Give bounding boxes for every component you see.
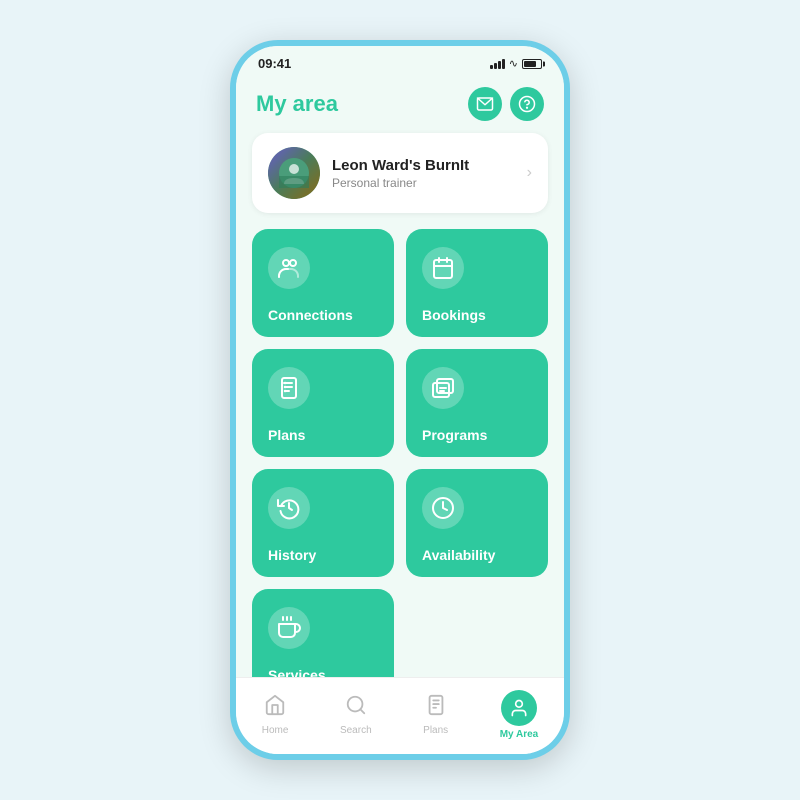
bottom-nav: Home Search [236, 677, 564, 754]
availability-icon [422, 487, 464, 529]
nav-plans[interactable]: Plans [413, 690, 458, 740]
nav-home[interactable]: Home [252, 690, 299, 740]
availability-label: Availability [422, 547, 495, 563]
history-label: History [268, 547, 316, 563]
empty-grid-cell [406, 589, 548, 677]
my-area-active-icon [501, 690, 537, 726]
chevron-right-icon: › [527, 164, 532, 182]
status-bar: 09:41 ∿ [236, 46, 564, 75]
search-icon [345, 694, 367, 722]
header-actions [468, 87, 544, 121]
page-header: My area [236, 75, 564, 129]
mail-button[interactable] [468, 87, 502, 121]
availability-button[interactable]: Availability [406, 469, 548, 577]
services-label: Services [268, 667, 326, 677]
nav-my-area-label: My Area [500, 729, 539, 740]
connections-button[interactable]: Connections [252, 229, 394, 337]
profile-card[interactable]: Leon Ward's BurnIt Personal trainer › [252, 133, 548, 213]
status-time: 09:41 [258, 56, 291, 71]
plans-label: Plans [268, 427, 305, 443]
grid-row-4: Services [252, 589, 548, 677]
nav-search-label: Search [340, 725, 372, 736]
nav-plans-label: Plans [423, 725, 448, 736]
plans-nav-icon [425, 694, 447, 722]
page-title: My area [256, 91, 338, 117]
programs-label: Programs [422, 427, 487, 443]
services-button[interactable]: Services [252, 589, 394, 677]
avatar-image [279, 158, 309, 188]
help-button[interactable] [510, 87, 544, 121]
programs-button[interactable]: Programs [406, 349, 548, 457]
wifi-icon: ∿ [509, 57, 518, 70]
programs-icon [422, 367, 464, 409]
phone-screen: 09:41 ∿ My area [236, 46, 564, 754]
grid-section: Connections Bookings [236, 229, 564, 677]
grid-row-2: Plans Programs [252, 349, 548, 457]
plans-button[interactable]: Plans [252, 349, 394, 457]
nav-search[interactable]: Search [330, 690, 382, 740]
battery-icon [522, 59, 542, 69]
status-icons: ∿ [490, 57, 542, 70]
bookings-label: Bookings [422, 307, 486, 323]
avatar [268, 147, 320, 199]
nav-my-area[interactable]: My Area [490, 686, 549, 744]
mail-icon [476, 95, 494, 113]
profile-role: Personal trainer [332, 176, 527, 190]
profile-info: Leon Ward's BurnIt Personal trainer [332, 157, 527, 190]
bookings-icon [422, 247, 464, 289]
connections-icon [268, 247, 310, 289]
services-icon [268, 607, 310, 649]
nav-home-label: Home [262, 725, 289, 736]
plans-icon [268, 367, 310, 409]
bookings-button[interactable]: Bookings [406, 229, 548, 337]
home-icon [264, 694, 286, 722]
history-icon [268, 487, 310, 529]
scroll-content[interactable]: My area [236, 75, 564, 677]
grid-row-3: History Availability [252, 469, 548, 577]
help-icon [518, 95, 536, 113]
profile-name: Leon Ward's BurnIt [332, 157, 527, 174]
connections-label: Connections [268, 307, 353, 323]
grid-row-1: Connections Bookings [252, 229, 548, 337]
signal-icon [490, 59, 505, 69]
history-button[interactable]: History [252, 469, 394, 577]
phone-frame: 09:41 ∿ My area [230, 40, 570, 760]
